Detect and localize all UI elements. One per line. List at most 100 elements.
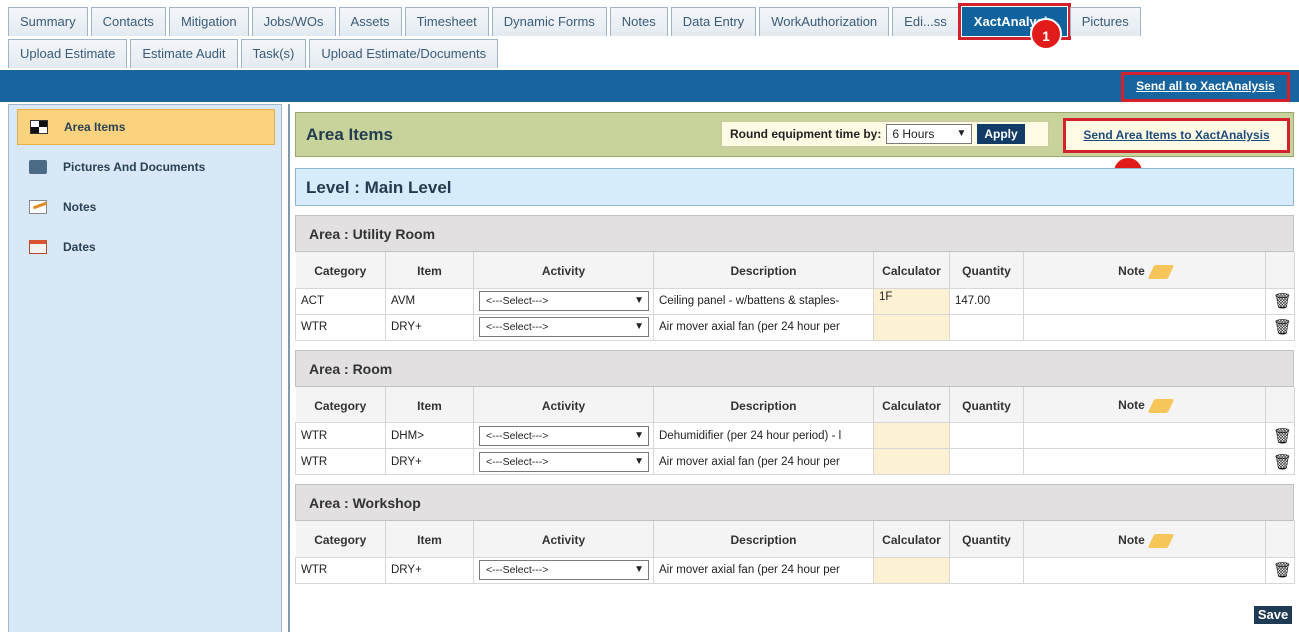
column-header-label: Description: [730, 264, 797, 279]
area-name: Area : Room: [295, 349, 1294, 387]
column-header-description: Description: [653, 386, 874, 423]
note-pencil-icon[interactable]: [1147, 533, 1175, 548]
trash-icon[interactable]: 🗑: [1273, 454, 1292, 471]
category-cell: WTR: [295, 556, 386, 584]
save-button[interactable]: Save: [1254, 606, 1292, 624]
area-items-table: Category Item Activity Description Calculato…: [295, 252, 1295, 341]
delete-cell: 🗑: [1265, 313, 1295, 341]
column-header-activity: Activity: [473, 252, 654, 288]
activity-select[interactable]: <---Select---> ▼: [479, 451, 649, 472]
tab-upload-estimate-documents[interactable]: Upload Estimate/Documents: [309, 39, 499, 68]
tab-summary[interactable]: Summary: [8, 7, 88, 36]
sidebar-item-label: Pictures And Documents: [63, 160, 206, 174]
dropdown-caret-icon: ▼: [634, 455, 644, 467]
table-header-row: Category Item Activity Description Calculato…: [295, 386, 1295, 423]
apply-button[interactable]: Apply: [977, 124, 1025, 144]
tab-upload-estimate[interactable]: Upload Estimate: [8, 39, 128, 68]
tab-edit-address[interactable]: Edi...ss: [892, 7, 959, 36]
column-header-note: Note: [1023, 521, 1266, 557]
sidebar-item-dates[interactable]: Dates: [17, 229, 275, 265]
level-heading: Level : Main Level: [295, 168, 1294, 206]
trash-icon[interactable]: 🗑: [1273, 319, 1292, 336]
tab-estimate-audit[interactable]: Estimate Audit: [130, 39, 238, 68]
activity-select[interactable]: <---Select---> ▼: [479, 560, 649, 580]
activity-select-value: <---Select--->: [486, 429, 549, 442]
activity-cell: <---Select---> ▼: [473, 448, 654, 475]
column-header-label: Description: [730, 398, 797, 413]
activity-select[interactable]: <---Select---> ▼: [479, 317, 649, 337]
table-header-row: Category Item Activity Description Calculato…: [295, 521, 1295, 557]
send-area-items-link[interactable]: Send Area Items to XactAnalysis: [1063, 118, 1290, 153]
tab-contacts[interactable]: Contacts: [90, 7, 166, 36]
tab-assets[interactable]: Assets: [338, 7, 402, 36]
tab-data-entry[interactable]: Data Entry: [670, 7, 757, 36]
sidebar-item-label: Area Items: [64, 120, 126, 134]
quantity-cell[interactable]: 147.00: [949, 287, 1024, 315]
quantity-cell[interactable]: [949, 556, 1024, 584]
activity-select[interactable]: <---Select---> ▼: [479, 291, 649, 311]
sidebar-item-label: Notes: [63, 200, 97, 214]
tab-timesheet[interactable]: Timesheet: [404, 7, 489, 36]
column-header-item: Item: [385, 252, 474, 288]
area-items-table: Category Item Activity Description Calculato…: [295, 521, 1295, 584]
calendar-icon: [29, 240, 47, 254]
column-header-label: Description: [730, 533, 797, 548]
tab-notes[interactable]: Notes: [609, 7, 668, 36]
trash-icon[interactable]: 🗑: [1273, 293, 1292, 310]
tab-work-authorization[interactable]: WorkAuthorization: [759, 7, 890, 36]
item-cell: DRY+: [385, 313, 474, 341]
column-header-activity: Activity: [473, 521, 654, 557]
note-cell[interactable]: [1023, 313, 1266, 341]
notes-icon: [29, 200, 47, 214]
tab-dynamic-forms[interactable]: Dynamic Forms: [491, 7, 607, 36]
calculator-cell[interactable]: [873, 313, 950, 341]
column-header-quantity: Quantity: [949, 386, 1024, 423]
note-cell[interactable]: [1023, 448, 1266, 475]
item-cell: DHM>: [385, 422, 474, 449]
column-header-label: Quantity: [962, 533, 1011, 548]
quantity-cell[interactable]: [949, 313, 1024, 341]
sidebar-item-notes[interactable]: Notes: [17, 189, 275, 225]
area-name: Area : Utility Room: [295, 215, 1294, 252]
trash-icon[interactable]: 🗑: [1273, 428, 1292, 445]
sidebar-item-pictures-documents[interactable]: Pictures And Documents: [17, 149, 275, 185]
category-cell: WTR: [295, 422, 386, 449]
note-cell[interactable]: [1023, 556, 1266, 584]
send-all-link[interactable]: Send all to XactAnalysis: [1121, 72, 1290, 102]
column-header-label: Activity: [541, 398, 586, 413]
activity-select-value: <---Select--->: [486, 295, 549, 307]
item-cell: DRY+: [385, 448, 474, 475]
tab-jobs-wos[interactable]: Jobs/WOs: [251, 7, 336, 36]
dropdown-caret-icon: ▼: [634, 295, 644, 306]
quantity-cell[interactable]: [949, 422, 1024, 449]
column-header-label: Note: [1118, 532, 1145, 547]
round-hours-select[interactable]: 6 Hours ▼: [886, 124, 973, 144]
calculator-cell[interactable]: [873, 422, 950, 449]
column-header-label: Note: [1118, 398, 1145, 413]
column-header-label: Calculator: [882, 533, 941, 548]
activity-select[interactable]: <---Select---> ▼: [479, 425, 649, 446]
calculator-cell[interactable]: 1F: [873, 287, 950, 315]
trash-icon[interactable]: 🗑: [1273, 562, 1292, 579]
note-cell[interactable]: [1023, 287, 1266, 315]
column-header-label: Calculator: [882, 264, 941, 279]
calculator-cell[interactable]: [873, 448, 950, 475]
quantity-cell[interactable]: [949, 448, 1024, 475]
item-cell: DRY+: [385, 556, 474, 584]
category-cell: WTR: [295, 313, 386, 341]
activity-select-value: <---Select--->: [486, 564, 549, 576]
table-row: ACT AVM <---Select---> ▼ Ceiling panel - w/b…: [295, 287, 1295, 315]
panel-divider[interactable]: [288, 104, 290, 632]
calculator-cell[interactable]: [873, 556, 950, 584]
sidebar-item-area-items[interactable]: Area Items: [17, 109, 275, 145]
column-header-description: Description: [653, 252, 874, 288]
note-pencil-icon[interactable]: [1147, 264, 1175, 279]
note-pencil-icon[interactable]: [1147, 399, 1175, 414]
tab-tasks[interactable]: Task(s): [240, 39, 307, 68]
area-block: Area : Utility Room Category Item Activity D…: [295, 215, 1295, 341]
description-cell: Ceiling panel - w/battens & staples-: [653, 287, 874, 315]
action-band: [0, 70, 1299, 102]
tab-mitigation[interactable]: Mitigation: [168, 7, 249, 36]
note-cell[interactable]: [1023, 422, 1266, 449]
tab-pictures[interactable]: Pictures: [1069, 7, 1141, 36]
